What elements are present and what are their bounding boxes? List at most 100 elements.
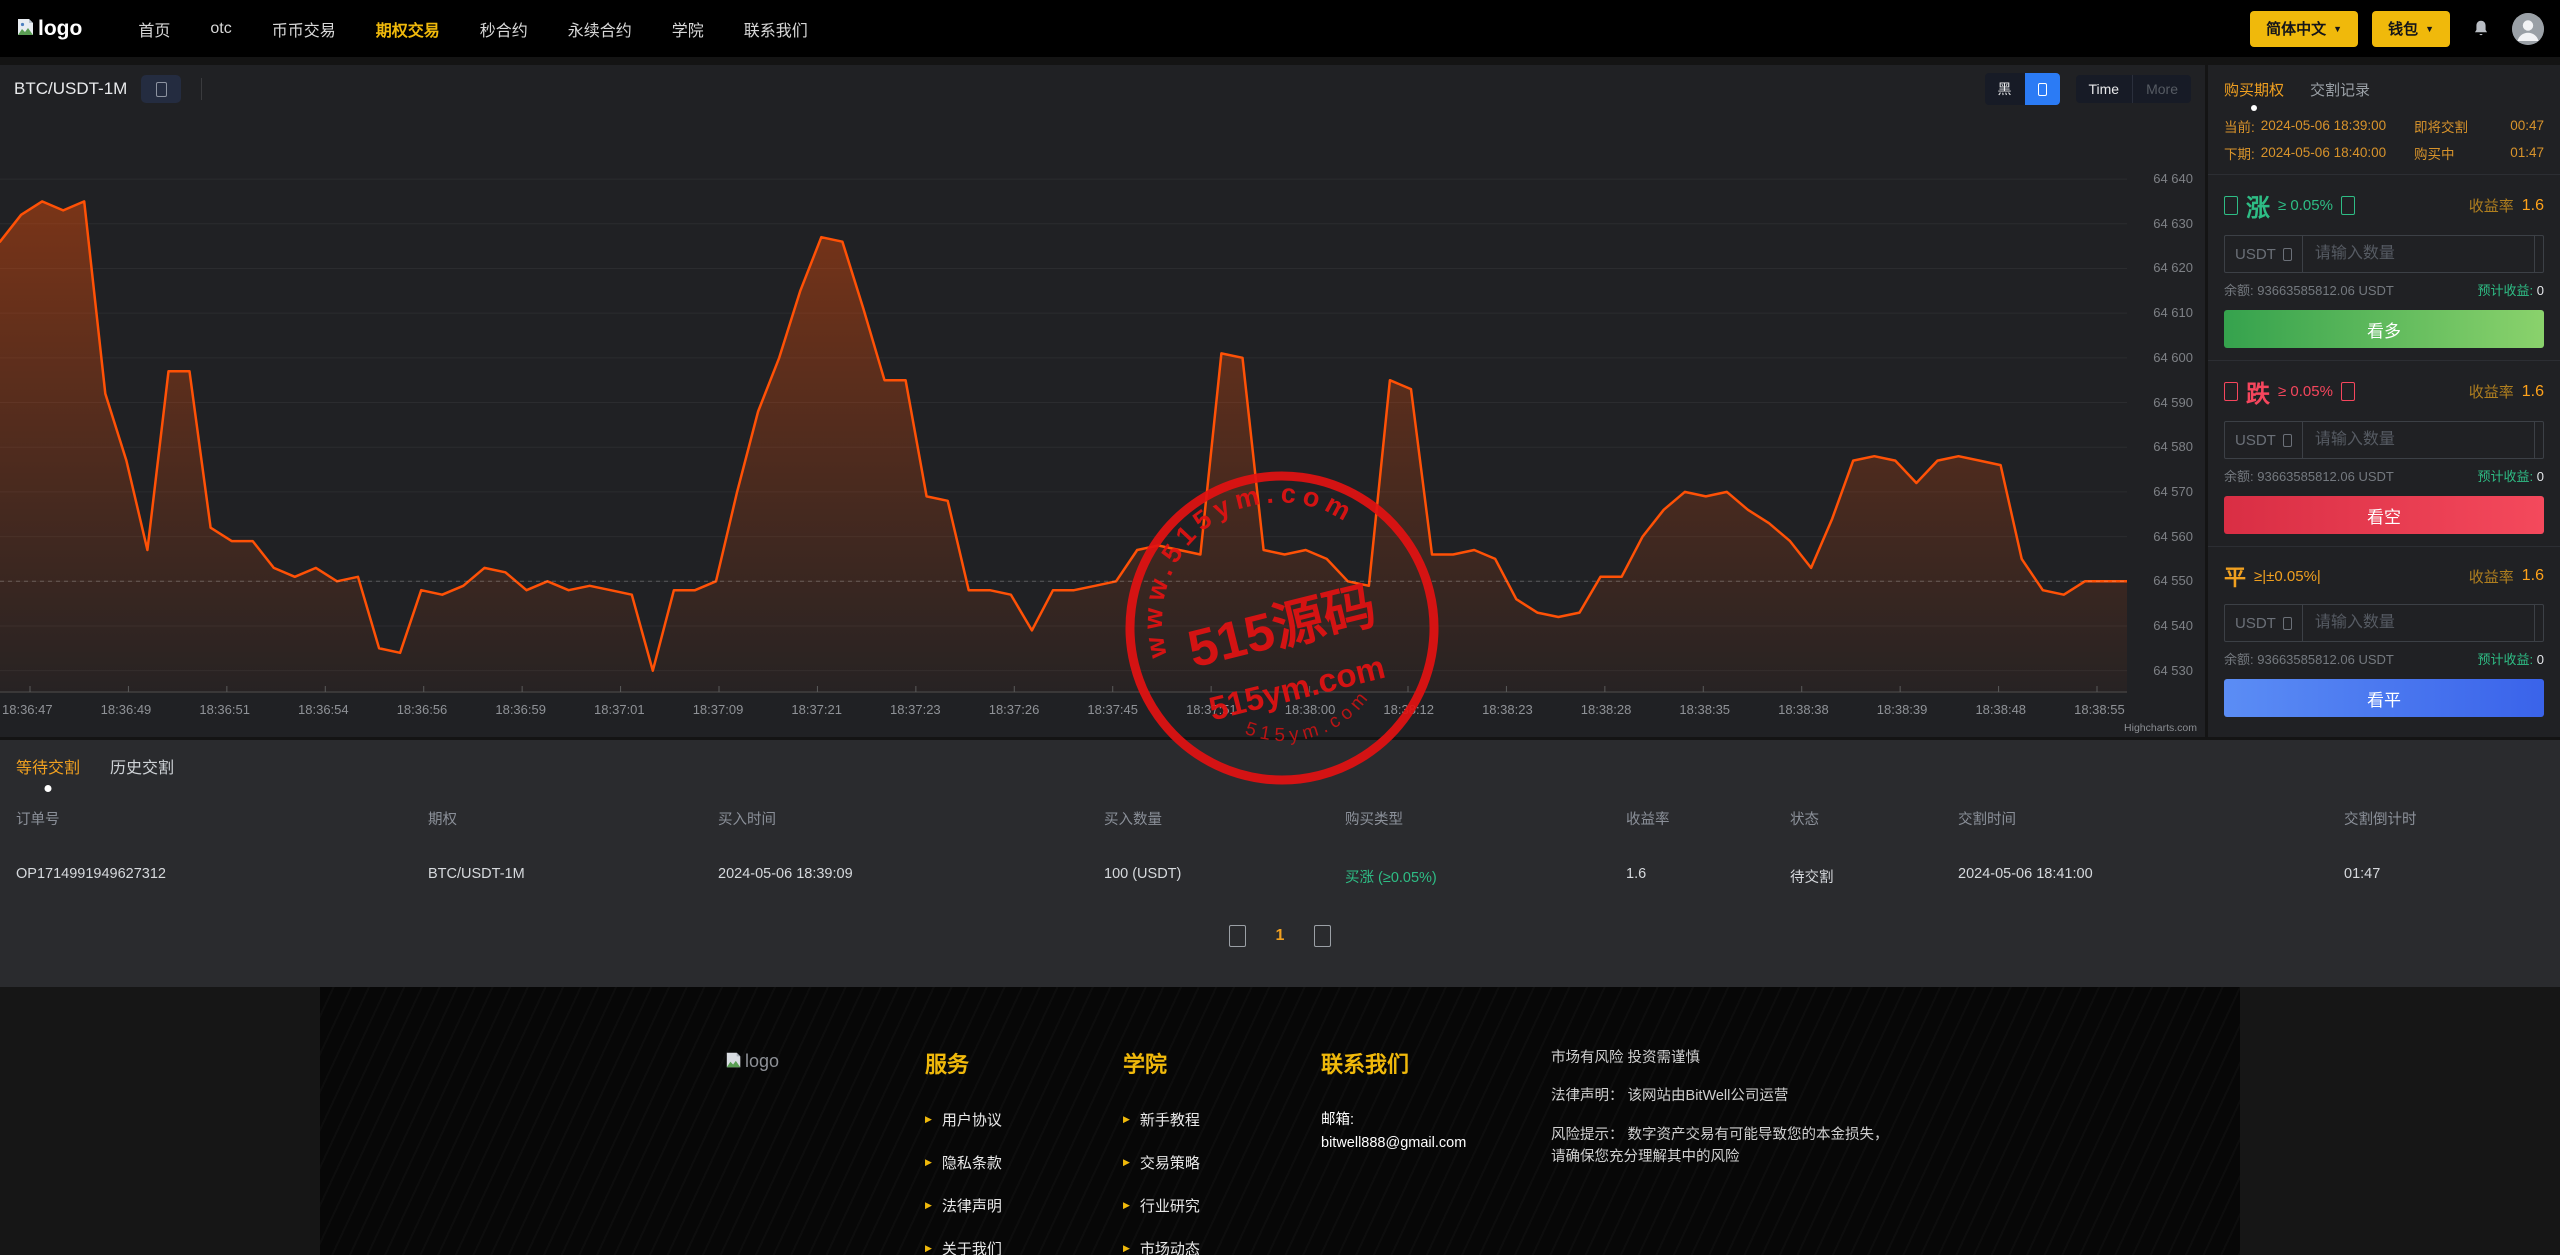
- footer-link-隐私条款[interactable]: ▶隐私条款: [925, 1152, 1123, 1173]
- footer-contact-column: 联系我们 邮箱: bitwell888@gmail.com: [1321, 1047, 1551, 1255]
- rate-value: 1.6: [2522, 197, 2544, 215]
- tab-more[interactable]: More: [2133, 75, 2191, 103]
- x-tick-label: 18:38:38: [1778, 702, 1829, 717]
- nav-item-秒合约[interactable]: 秒合约: [480, 17, 528, 41]
- x-tick-label: 18:38:55: [2074, 702, 2125, 717]
- flat-title: 平: [2224, 560, 2246, 592]
- x-tick-label: 18:38:39: [1877, 702, 1928, 717]
- nav-item-期权交易[interactable]: 期权交易: [376, 17, 440, 41]
- order-cell: 买涨 (≥0.05%): [1345, 866, 1626, 887]
- theme-toggle: 黑: [1985, 73, 2060, 105]
- language-button[interactable]: 简体中文 ▼: [2250, 11, 2358, 47]
- chevron-down-icon: ▼: [2333, 24, 2342, 34]
- footer-services-column: 服务 ▶用户协议▶隐私条款▶法律声明▶关于我们: [925, 1047, 1123, 1255]
- rise-arrow-icon: [2341, 196, 2355, 215]
- nav-item-学院[interactable]: 学院: [672, 17, 704, 41]
- language-button-label: 简体中文: [2266, 18, 2326, 39]
- y-tick-label: 64 610: [2153, 305, 2193, 320]
- footer-link-市场动态[interactable]: ▶市场动态: [1123, 1238, 1321, 1255]
- wallet-button[interactable]: 钱包 ▼: [2372, 11, 2450, 47]
- nav-item-币币交易[interactable]: 币币交易: [272, 17, 336, 41]
- arrow-right-icon: ▶: [925, 1200, 932, 1211]
- next-status: 购买中: [2414, 143, 2500, 163]
- user-avatar[interactable]: [2512, 13, 2544, 45]
- order-cell: 100 (USDT): [1104, 866, 1345, 887]
- footer-link-关于我们[interactable]: ▶关于我们: [925, 1238, 1123, 1255]
- prev-page-icon[interactable]: [1229, 925, 1246, 947]
- buy-rise-button[interactable]: 看多: [2224, 310, 2544, 348]
- currency-select-value: USDT: [2235, 246, 2276, 263]
- column-header: 购买类型: [1345, 808, 1626, 829]
- next-countdown: 01:47: [2500, 145, 2544, 160]
- nav-item-otc[interactable]: otc: [210, 20, 231, 38]
- missing-glyph-icon: [156, 82, 167, 97]
- fall-condition: ≥ 0.05%: [2278, 383, 2333, 400]
- chart-type-tabs: Time More: [2076, 75, 2192, 103]
- x-tick-label: 18:38:35: [1679, 702, 1730, 717]
- price-area-chart[interactable]: [0, 121, 2127, 693]
- buy-flat-button[interactable]: 看平: [2224, 679, 2544, 717]
- rise-amount-input[interactable]: [2303, 236, 2534, 272]
- footer: logo 服务 ▶用户协议▶隐私条款▶法律声明▶关于我们 学院 ▶新手教程▶交易…: [0, 987, 2560, 1255]
- x-tick-label: 18:37:09: [693, 702, 744, 717]
- highcharts-credit[interactable]: Highcharts.com: [2124, 722, 2197, 734]
- x-tick-label: 18:38:28: [1581, 702, 1632, 717]
- x-tick-label: 18:38:00: [1285, 702, 1336, 717]
- arrow-right-icon: ▶: [1123, 1157, 1130, 1168]
- y-tick-label: 64 530: [2153, 663, 2193, 678]
- currency-select[interactable]: USDT: [2225, 236, 2303, 272]
- symbol-select-button[interactable]: [141, 75, 181, 103]
- currency-select[interactable]: USDT: [2225, 605, 2303, 641]
- balance-text: 余额: 93663585812.06 USDT: [2224, 280, 2394, 299]
- nav-item-首页[interactable]: 首页: [138, 17, 170, 41]
- arrow-right-icon: ▶: [1123, 1114, 1130, 1125]
- rate-value: 1.6: [2522, 383, 2544, 401]
- currency-select[interactable]: USDT: [2225, 422, 2303, 458]
- footer-logo-text: logo: [745, 1051, 779, 1072]
- footer-link-label: 用户协议: [942, 1109, 1002, 1130]
- next-page-icon[interactable]: [1314, 925, 1331, 947]
- orders-table-row: OP1714991949627312BTC/USDT-1M2024-05-06 …: [0, 866, 2560, 887]
- theme-light-option[interactable]: [2025, 73, 2060, 105]
- rise-title: 涨: [2246, 188, 2270, 223]
- currency-select-value: USDT: [2235, 615, 2276, 632]
- tab-time[interactable]: Time: [2076, 75, 2133, 103]
- logo[interactable]: logo: [16, 17, 82, 41]
- footer-link-行业研究[interactable]: ▶行业研究: [1123, 1195, 1321, 1216]
- chart-panel: BTC/USDT-1M 黑 Time More: [0, 65, 2205, 737]
- footer-link-label: 隐私条款: [942, 1152, 1002, 1173]
- disclaimer-line: 风险提示： 数字资产交易有可能导致您的本金损失，请确保您充分理解其中的风险: [1551, 1124, 1901, 1169]
- tab-buy-options[interactable]: 购买期权: [2224, 79, 2284, 100]
- footer-link-交易策略[interactable]: ▶交易策略: [1123, 1152, 1321, 1173]
- x-tick-label: 18:36:49: [101, 702, 152, 717]
- footer-link-用户协议[interactable]: ▶用户协议: [925, 1109, 1123, 1130]
- tab-settlement-records[interactable]: 交割记录: [2310, 79, 2370, 100]
- nav-menu: 首页 otc 币币交易 期权交易 秒合约 永续合约 学院 联系我们: [138, 17, 807, 41]
- nav-item-永续合约[interactable]: 永续合约: [568, 17, 632, 41]
- nav-item-联系我们[interactable]: 联系我们: [744, 17, 808, 41]
- notification-bell-icon[interactable]: [2470, 18, 2492, 40]
- x-tick-label: 18:36:59: [495, 702, 546, 717]
- order-cell: 2024-05-06 18:41:00: [1958, 866, 2344, 887]
- theme-dark-option[interactable]: 黑: [1985, 73, 2025, 105]
- flat-amount-input[interactable]: [2303, 605, 2534, 641]
- footer-disclaimer: 市场有风险 投资需谨慎法律声明： 该网站由BitWell公司运营风险提示： 数字…: [1551, 1047, 1901, 1255]
- fall-amount-input[interactable]: [2303, 422, 2534, 458]
- column-header: 买入数量: [1104, 808, 1345, 829]
- contact-email[interactable]: bitwell888@gmail.com: [1321, 1132, 1551, 1155]
- pagination: 1: [0, 925, 2560, 947]
- footer-link-label: 关于我们: [942, 1238, 1002, 1255]
- buy-fall-button[interactable]: 看空: [2224, 496, 2544, 534]
- currency-select-value: USDT: [2235, 432, 2276, 449]
- order-cell: OP1714991949627312: [16, 866, 428, 887]
- tab-waiting-settlement[interactable]: 等待交割: [16, 754, 80, 778]
- current-page[interactable]: 1: [1276, 927, 1285, 945]
- unit-suffix: USDT: [2534, 605, 2544, 641]
- footer-link-法律声明[interactable]: ▶法律声明: [925, 1195, 1123, 1216]
- rate-value: 1.6: [2522, 567, 2544, 585]
- footer-link-新手教程[interactable]: ▶新手教程: [1123, 1109, 1321, 1130]
- current-countdown: 00:47: [2500, 118, 2544, 133]
- tab-history-settlement[interactable]: 历史交割: [110, 754, 174, 778]
- top-navbar: logo 首页 otc 币币交易 期权交易 秒合约 永续合约 学院 联系我们 简体中文 ▼ 钱…: [0, 0, 2560, 57]
- contact-email-label: 邮箱:: [1321, 1109, 1551, 1132]
